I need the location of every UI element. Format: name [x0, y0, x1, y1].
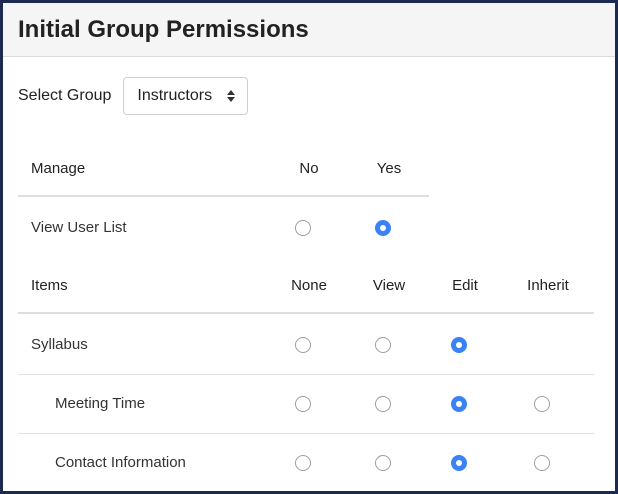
items-header: Items: [31, 277, 68, 294]
items-col-view: View: [372, 277, 406, 294]
item-row-label: Syllabus: [31, 336, 88, 353]
manage-col-no: No: [299, 160, 319, 177]
contact-information-view-radio[interactable]: [375, 455, 391, 471]
manage-col-yes: Yes: [376, 160, 402, 177]
meeting-time-view-radio[interactable]: [375, 396, 391, 412]
item-row-label: Meeting Time: [55, 395, 146, 412]
manage-header: Manage: [31, 160, 86, 177]
manage-row-label: View User List: [31, 219, 127, 236]
up-down-caret-icon: [227, 90, 236, 102]
view-user-list-yes-radio[interactable]: [375, 220, 391, 236]
items-col-edit: Edit: [452, 277, 478, 294]
page-title: Initial Group Permissions: [18, 15, 309, 43]
item-row-label: Contact Information: [55, 454, 186, 471]
syllabus-edit-radio[interactable]: [451, 337, 467, 353]
row-divider: [18, 374, 594, 375]
syllabus-none-radio[interactable]: [295, 337, 311, 353]
contact-information-none-radio[interactable]: [295, 455, 311, 471]
group-select-label: Select Group: [18, 87, 112, 104]
group-select[interactable]: Instructors: [123, 77, 249, 115]
view-user-list-no-radio[interactable]: [295, 220, 311, 236]
group-select-value: Instructors: [137, 87, 213, 104]
contact-information-inherit-radio[interactable]: [534, 455, 550, 471]
manage-header-divider: [18, 195, 429, 197]
syllabus-view-radio[interactable]: [375, 337, 391, 353]
row-divider: [18, 433, 594, 434]
panel-header: Initial Group Permissions: [3, 3, 615, 57]
meeting-time-none-radio[interactable]: [295, 396, 311, 412]
items-col-none: None: [291, 277, 327, 294]
meeting-time-inherit-radio[interactable]: [534, 396, 550, 412]
items-col-inherit: Inherit: [527, 277, 569, 294]
group-select-row: Select Group Instructors: [18, 77, 249, 115]
meeting-time-edit-radio[interactable]: [451, 396, 467, 412]
contact-information-edit-radio[interactable]: [451, 455, 467, 471]
permissions-panel: Initial Group Permissions Select Group I…: [3, 3, 615, 491]
items-header-divider: [18, 312, 594, 314]
